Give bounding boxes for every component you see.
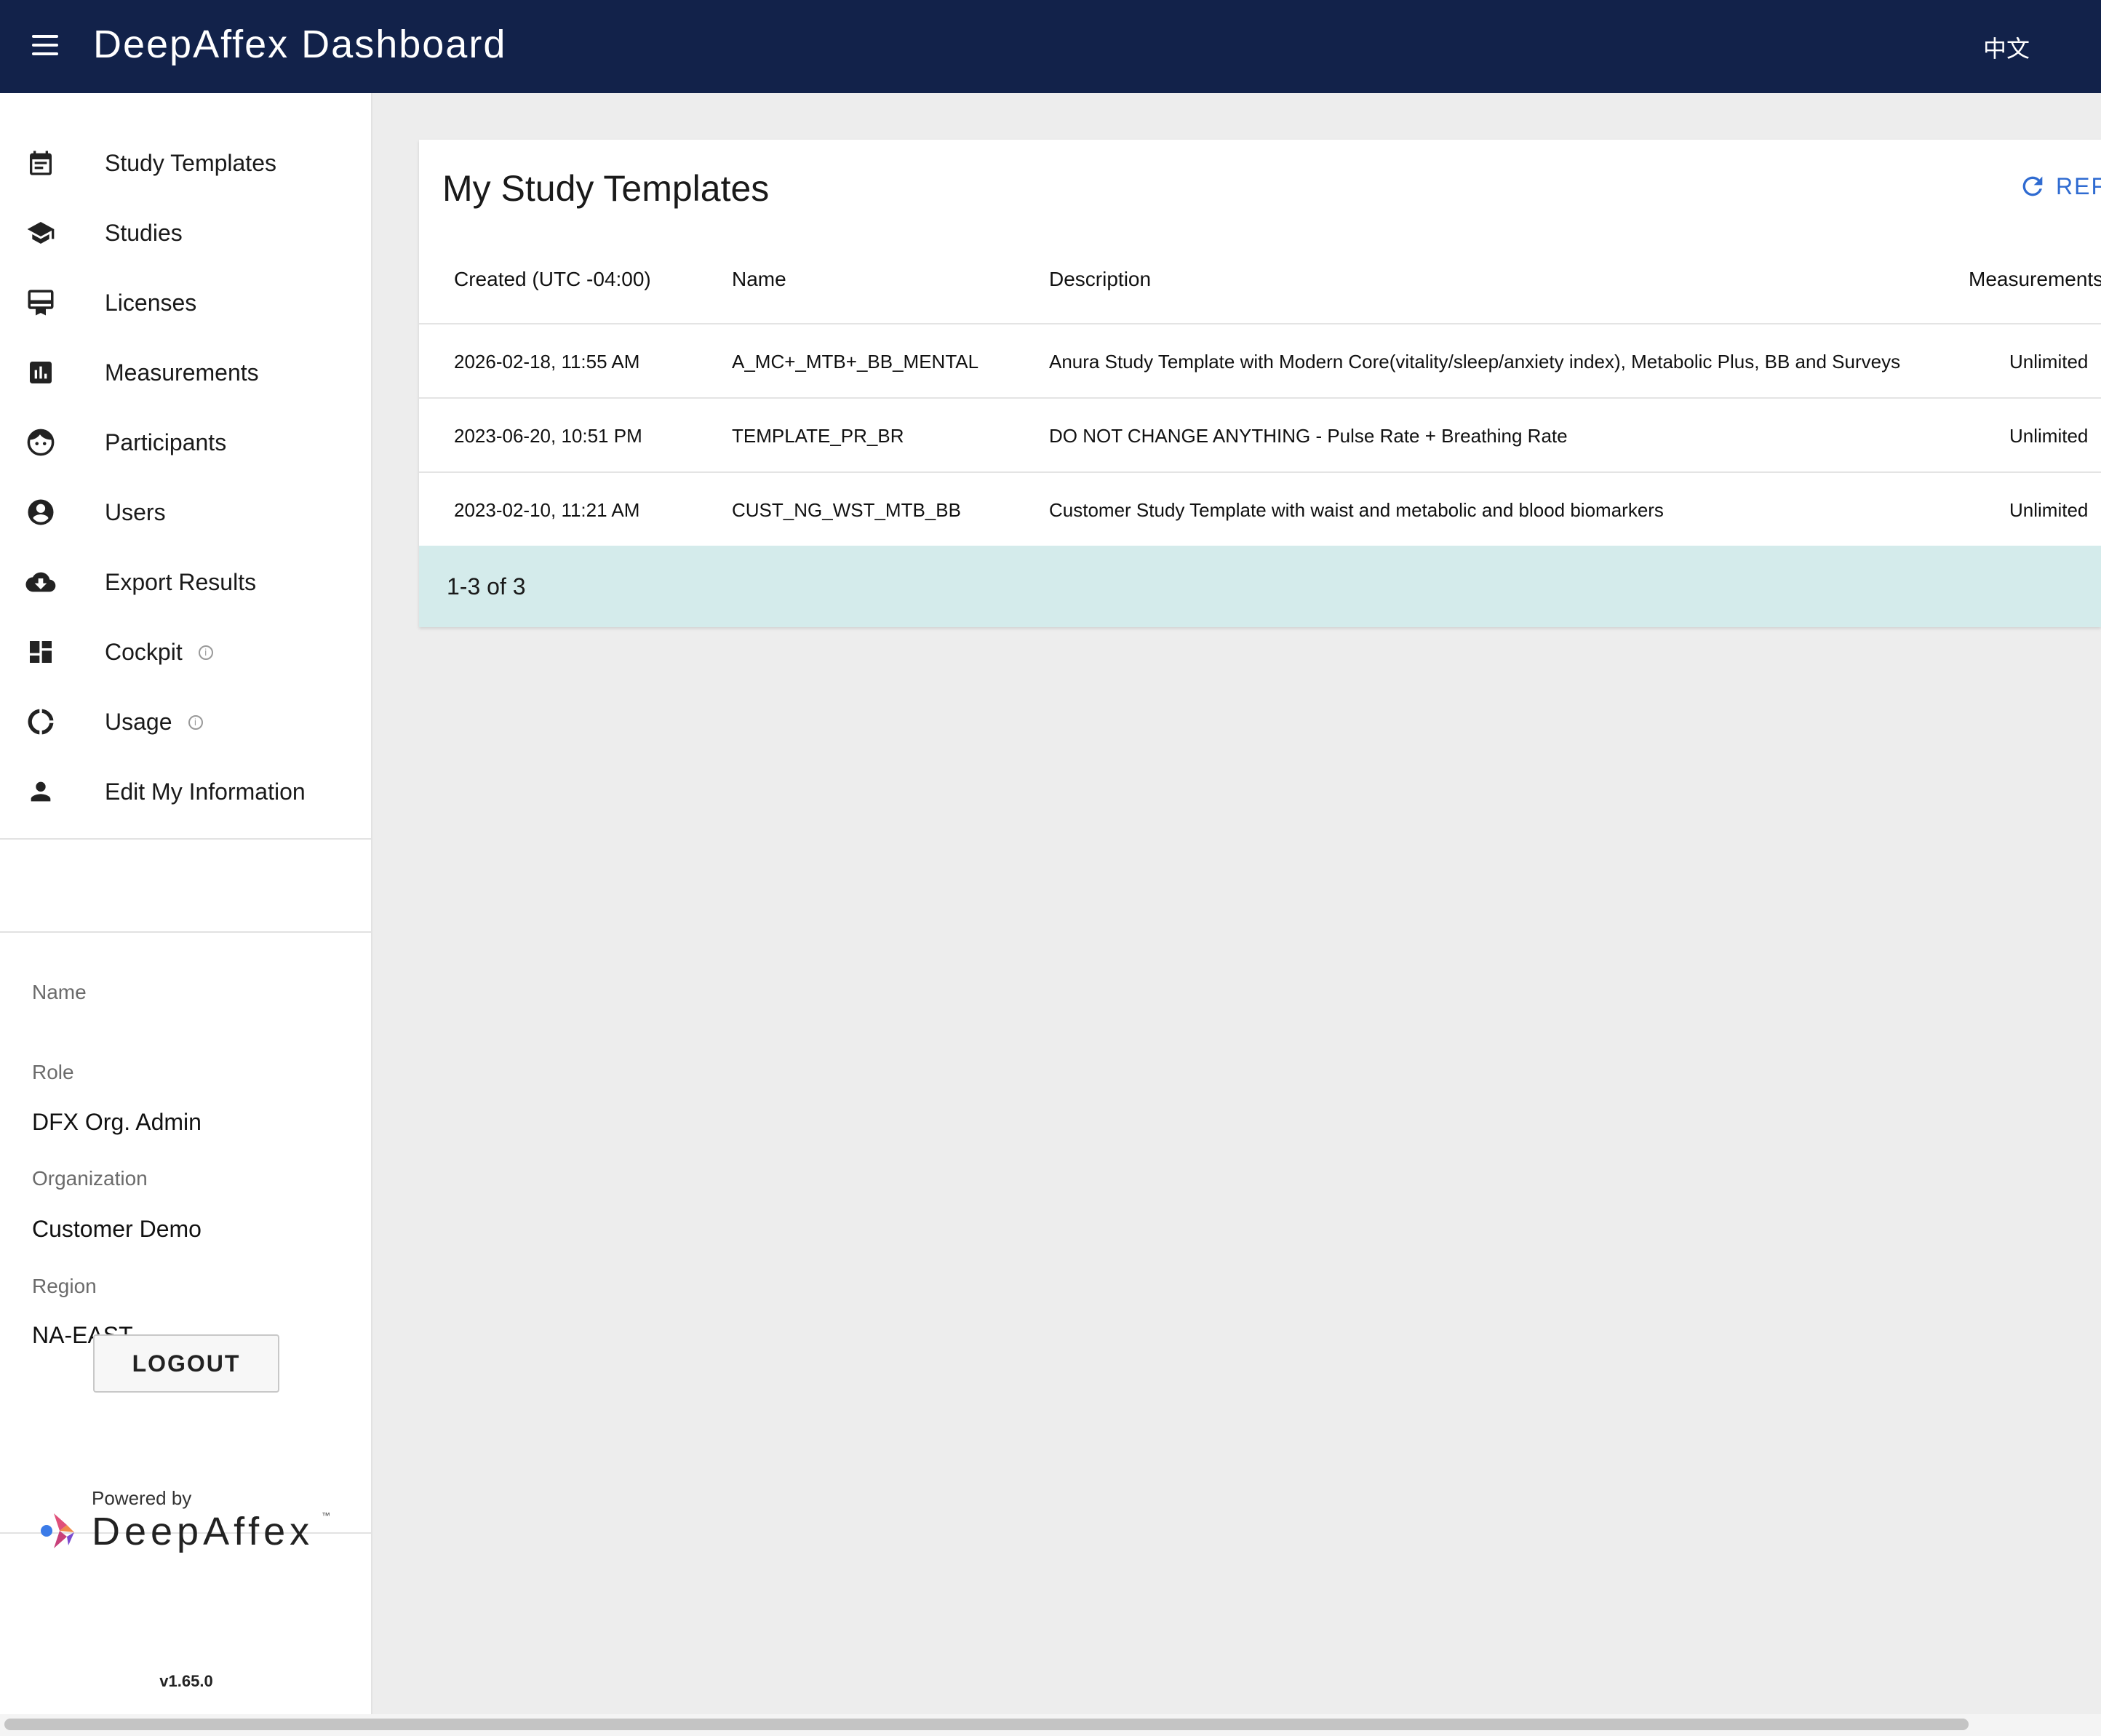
sidebar-nav: Study Templates Studies Licenses Measure… (0, 128, 372, 827)
user-organization-label: Organization (32, 1167, 148, 1190)
page-title: My Study Templates (442, 168, 770, 209)
brand-name: DeepAffex (92, 1510, 314, 1553)
sidebar-item-label: Licenses (105, 290, 197, 316)
sidebar-item-edit-my-information[interactable]: Edit My Information (0, 757, 372, 827)
powered-by-text: Powered by (92, 1487, 192, 1509)
column-header-created[interactable]: Created (UTC -04:00) (454, 268, 651, 291)
sidebar-item-export-results[interactable]: Export Results (0, 547, 372, 617)
sidebar-item-label: Cockpit i (105, 639, 213, 666)
sidebar-item-studies[interactable]: Studies (0, 198, 372, 268)
sidebar-item-cockpit[interactable]: Cockpit i (0, 617, 372, 687)
cell-name: CUST_NG_WST_MTB_BB (732, 499, 961, 521)
table-row[interactable]: 2023-02-10, 11:21 AM CUST_NG_WST_MTB_BB … (419, 471, 2101, 546)
divider (0, 838, 372, 840)
bar-chart-icon (25, 357, 57, 389)
graduation-cap-icon (25, 217, 57, 249)
app-bar: DeepAffex Dashboard 中文 (0, 0, 2101, 93)
user-name-label: Name (32, 981, 87, 1003)
card-membership-icon (25, 287, 57, 319)
calendar-icon (25, 147, 57, 179)
sidebar-item-label: Studies (105, 220, 183, 246)
sidebar-item-label: Usage i (105, 709, 203, 736)
cell-created: 2023-06-20, 10:51 PM (454, 425, 642, 447)
cell-measurements: Unlimited (2009, 499, 2089, 521)
scrollbar-thumb[interactable] (4, 1719, 1969, 1730)
sidebar-item-participants[interactable]: Participants (0, 407, 372, 477)
refresh-button[interactable]: REFRESH (2018, 172, 2101, 201)
column-header-measurements[interactable]: Measurements (1969, 268, 2101, 291)
cell-created: 2023-02-10, 11:21 AM (454, 499, 640, 521)
cloud-download-icon (25, 566, 57, 598)
cell-description: DO NOT CHANGE ANYTHING - Pulse Rate + Br… (1049, 425, 1568, 447)
user-role-value: DFX Org. Admin (32, 1109, 202, 1135)
column-header-description[interactable]: Description (1049, 268, 1151, 291)
dashboard-icon (25, 636, 57, 668)
person-icon (25, 776, 57, 808)
user-region-label: Region (32, 1275, 97, 1297)
sidebar-item-study-templates[interactable]: Study Templates (0, 128, 372, 198)
sidebar-item-label: Users (105, 499, 166, 525)
app-version: v1.65.0 (159, 1672, 213, 1690)
deepaffex-logo-icon (41, 1513, 74, 1548)
face-icon (25, 426, 57, 458)
refresh-icon (2022, 176, 2043, 196)
account-circle-icon (25, 496, 57, 528)
trademark: ™ (322, 1510, 330, 1521)
cell-description: Customer Study Template with waist and m… (1049, 499, 1664, 521)
logout-button[interactable]: LOGOUT (93, 1334, 279, 1393)
user-role-label: Role (32, 1061, 74, 1083)
user-organization-value: Customer Demo (32, 1216, 202, 1242)
sidebar-item-label: Measurements (105, 359, 259, 386)
info-icon[interactable]: i (198, 645, 213, 660)
sidebar-item-users[interactable]: Users (0, 477, 372, 547)
donut-icon (25, 706, 57, 738)
cell-measurements: Unlimited (2009, 351, 2089, 373)
sidebar: Study Templates Studies Licenses Measure… (0, 93, 372, 1714)
sidebar-item-licenses[interactable]: Licenses (0, 268, 372, 338)
cell-name: A_MC+_MTB+_BB_MENTAL (732, 351, 979, 373)
table-row[interactable]: 2026-02-18, 11:55 AM A_MC+_MTB+_BB_MENTA… (419, 323, 2101, 397)
language-toggle-button[interactable]: 中文 (1983, 31, 2030, 64)
sidebar-item-label: Export Results (105, 569, 257, 595)
sidebar-item-label: Study Templates (105, 150, 276, 176)
pagination-bar: 1-3 of 3 (419, 546, 2101, 627)
cell-created: 2026-02-18, 11:55 AM (454, 351, 640, 373)
cell-name: TEMPLATE_PR_BR (732, 425, 904, 447)
refresh-label: REFRESH (2056, 172, 2101, 199)
divider (0, 931, 372, 933)
sidebar-item-usage[interactable]: Usage i (0, 687, 372, 757)
app-title: DeepAffex Dashboard (93, 23, 507, 66)
hamburger-menu-icon[interactable] (29, 32, 64, 61)
sidebar-item-label: Participants (105, 429, 227, 455)
cell-description: Anura Study Template with Modern Core(vi… (1049, 351, 1901, 373)
column-header-name[interactable]: Name (732, 268, 786, 291)
sidebar-item-label: Edit My Information (105, 779, 306, 805)
study-templates-card: My Study Templates REFRESH Created (UTC … (419, 140, 2101, 627)
sidebar-item-measurements[interactable]: Measurements (0, 338, 372, 407)
cell-measurements: Unlimited (2009, 425, 2089, 447)
pagination-text: 1-3 of 3 (447, 573, 526, 600)
info-icon[interactable]: i (188, 714, 203, 730)
horizontal-scrollbar[interactable] (0, 1714, 2101, 1736)
table-row[interactable]: 2023-06-20, 10:51 PM TEMPLATE_PR_BR DO N… (419, 397, 2101, 471)
